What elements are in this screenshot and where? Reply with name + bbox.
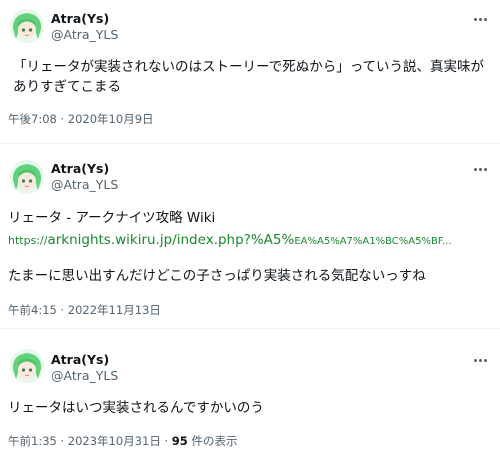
link-title: リェータ - アークナイツ攻略 Wiki bbox=[8, 210, 216, 226]
tweet[interactable]: Atra(Ys) @Atra_YLS リェータはいつ実装されるんですかいのう 午… bbox=[0, 328, 500, 469]
tweet-text: たまーに思い出すんだけどこの子さっぱり実装される気配ないっすね bbox=[8, 268, 426, 284]
tweet[interactable]: Atra(Ys) @Atra_YLS リェータ - アークナイツ攻略 Wiki … bbox=[0, 143, 500, 328]
tweet-text: リェータはいつ実装されるんですかいのう bbox=[8, 400, 264, 416]
avatar[interactable] bbox=[10, 160, 44, 194]
tweet-timestamp[interactable]: 午前1:35 · 2023年10月31日 · 95 件の表示 bbox=[8, 433, 237, 449]
link-domain-path[interactable]: arknights.wikiru.jp/index.php?%A5% bbox=[47, 232, 294, 248]
views-label[interactable]: 件の表示 bbox=[188, 434, 237, 448]
link-scheme[interactable]: https:// bbox=[8, 234, 47, 247]
views-count[interactable]: 95 bbox=[172, 434, 188, 448]
display-name[interactable]: Atra(Ys) bbox=[51, 161, 118, 177]
tweet-timestamp[interactable]: 午後7:08 · 2020年10月9日 bbox=[8, 111, 154, 127]
timestamp-text[interactable]: 午前1:35 · 2023年10月31日 · bbox=[8, 434, 172, 448]
display-name[interactable]: Atra(Ys) bbox=[51, 11, 118, 27]
timestamp-text[interactable]: 午後7:08 · 2020年10月9日 bbox=[8, 112, 154, 126]
link-url[interactable]: https://arknights.wikiru.jp/index.php?%A… bbox=[8, 232, 452, 250]
tweet-text: 「リェータが実装されないのはストーリーで死ぬから」っていう説、真実味がありすぎて… bbox=[13, 59, 485, 95]
more-options-icon[interactable] bbox=[472, 352, 488, 368]
timestamp-text[interactable]: 午前4:15 · 2022年11月13日 bbox=[8, 303, 161, 317]
more-options-icon[interactable] bbox=[472, 161, 488, 177]
user-handle[interactable]: @Atra_YLS bbox=[51, 368, 118, 384]
more-options-icon[interactable] bbox=[472, 11, 488, 27]
user-handle[interactable]: @Atra_YLS bbox=[51, 177, 118, 193]
tweet[interactable]: Atra(Ys) @Atra_YLS 「リェータが実装されないのはストーリーで死… bbox=[0, 0, 500, 143]
tweet-timestamp[interactable]: 午前4:15 · 2022年11月13日 bbox=[8, 302, 161, 318]
avatar[interactable] bbox=[10, 9, 44, 43]
display-name[interactable]: Atra(Ys) bbox=[51, 352, 118, 368]
link-encoded-path[interactable]: EA%A5%A7%A1%BC%A5%BF... bbox=[294, 236, 451, 247]
avatar[interactable] bbox=[10, 349, 44, 383]
user-handle[interactable]: @Atra_YLS bbox=[51, 27, 118, 43]
